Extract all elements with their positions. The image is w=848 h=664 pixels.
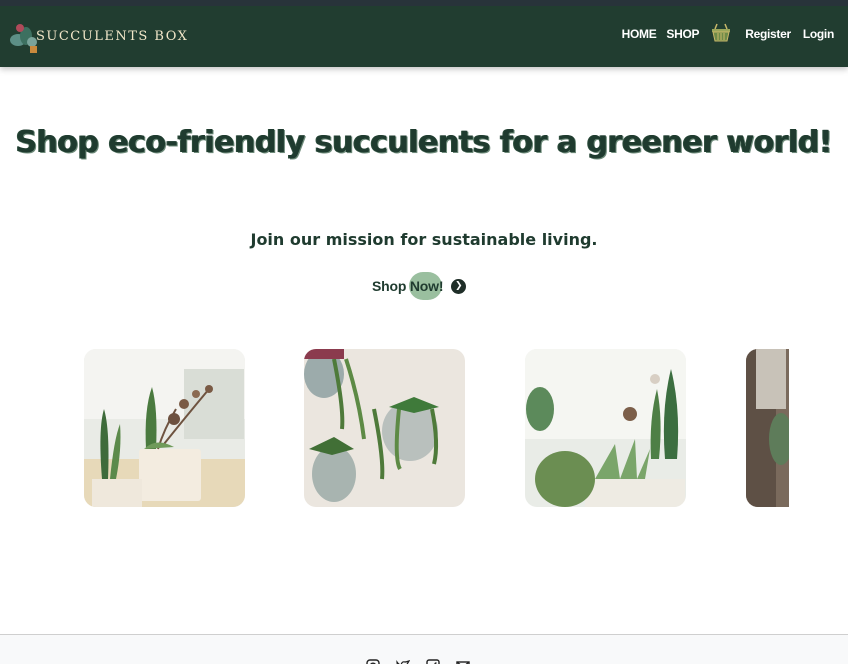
shop-now-label: Shop Now! [372, 278, 444, 294]
shop-now-button[interactable]: Shop Now! ❯ [372, 272, 467, 300]
facebook-icon[interactable] [426, 659, 440, 664]
hero-title: Shop eco-friendly succulents for a green… [15, 125, 833, 160]
email-icon[interactable] [456, 659, 470, 664]
nav-login-link[interactable]: Login [803, 27, 834, 41]
instagram-icon[interactable] [366, 659, 380, 664]
succulent-photo-4[interactable] [746, 349, 789, 507]
nav-register-link[interactable]: Register [745, 27, 791, 41]
nav-shop-link[interactable]: SHOP [666, 27, 699, 41]
twitter-icon[interactable] [396, 659, 410, 664]
arrow-right-circle-icon: ❯ [451, 278, 467, 294]
nav-home-link[interactable]: HOME [622, 27, 657, 41]
brand-logo[interactable]: SUCCULENTS BOX [6, 16, 188, 56]
succulent-logo-icon [10, 24, 37, 53]
hero-subtitle: Join our mission for sustainable living. [250, 230, 598, 249]
succulent-photo-3[interactable] [525, 349, 686, 507]
navbar: SUCCULENTS BOX HOME SHOP Register Login [0, 0, 848, 67]
brand-name: SUCCULENTS BOX [36, 28, 189, 44]
nav-links: HOME SHOP Register Login [622, 23, 834, 44]
succulent-photo-2[interactable] [304, 349, 465, 507]
footer [0, 634, 848, 664]
social-links [366, 659, 470, 664]
succulent-photo-1[interactable] [84, 349, 245, 507]
product-gallery [84, 349, 789, 507]
basket-icon[interactable] [709, 20, 733, 44]
